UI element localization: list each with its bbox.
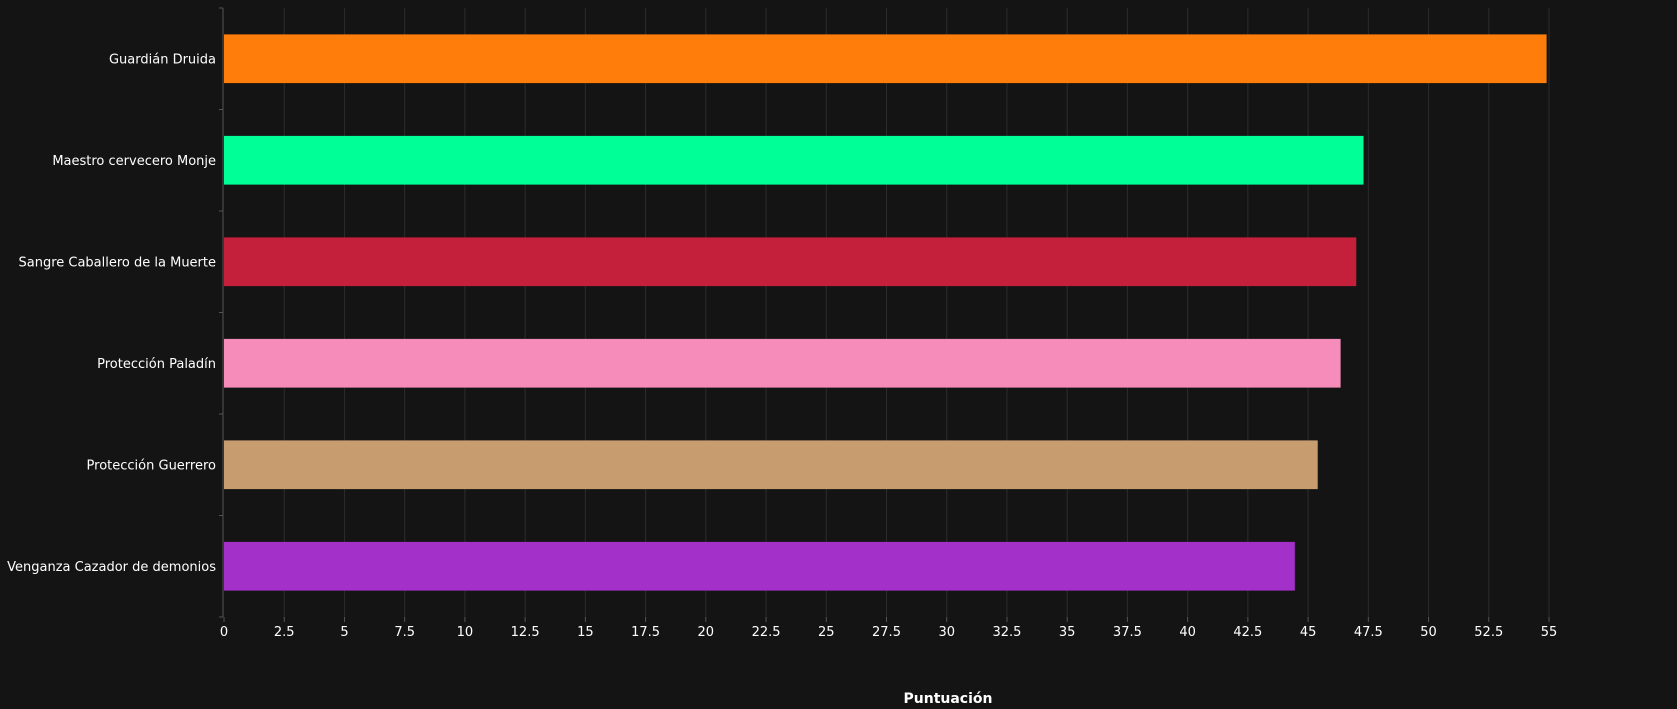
x-tick-label: 22.5 [752,625,781,640]
category-labels: Guardián Druida Maestro cervecero Monje Sa… [7,52,216,575]
x-tick-label: 35 [1059,625,1076,640]
bars-group [224,34,1547,591]
x-tick-label: 7.5 [394,625,415,640]
x-axis-title: Puntuación [904,691,993,707]
category-label: Protección Paladín [97,357,216,372]
x-tick-label: 47.5 [1354,625,1383,640]
x-tick-label: 20 [698,625,715,640]
x-tick-label: 52.5 [1474,625,1503,640]
x-tick-label: 17.5 [631,625,660,640]
category-label: Sangre Caballero de la Muerte [18,255,216,270]
bar[interactable] [224,237,1357,287]
x-tick-label: 0 [220,625,228,640]
bar[interactable] [224,440,1318,490]
category-label: Protección Guerrero [87,458,216,473]
x-tick-label: 5 [340,625,348,640]
category-label: Guardián Druida [109,52,216,67]
category-label: Venganza Cazador de demonios [7,560,216,575]
bar[interactable] [224,541,1295,591]
x-tick-label: 27.5 [872,625,901,640]
x-tick-label: 2.5 [274,625,295,640]
x-tick-label: 12.5 [511,625,540,640]
x-tick-label: 15 [577,625,594,640]
x-tick-label: 40 [1179,625,1196,640]
grid-lines [283,8,1550,617]
axes-group [219,7,1550,622]
category-label: Maestro cervecero Monje [52,154,216,169]
x-tick-labels: 0 2.5 5 7.5 10 12.5 15 17.5 20 22.5 25 27.5 30 32.5 35… [220,625,1557,640]
x-tick-label: 30 [938,625,955,640]
bar-chart: Guardián Druida Maestro cervecero Monje Sa… [7,7,1557,707]
bar[interactable] [224,338,1341,388]
x-tick-label: 45 [1300,625,1317,640]
x-tick-label: 50 [1420,625,1437,640]
x-tick-label: 37.5 [1113,625,1142,640]
bar[interactable] [224,34,1547,84]
x-tick-label: 32.5 [992,625,1021,640]
bar[interactable] [224,135,1364,185]
x-tick-label: 42.5 [1233,625,1262,640]
x-tick-label: 25 [818,625,835,640]
x-tick-label: 55 [1541,625,1558,640]
x-tick-label: 10 [457,625,474,640]
